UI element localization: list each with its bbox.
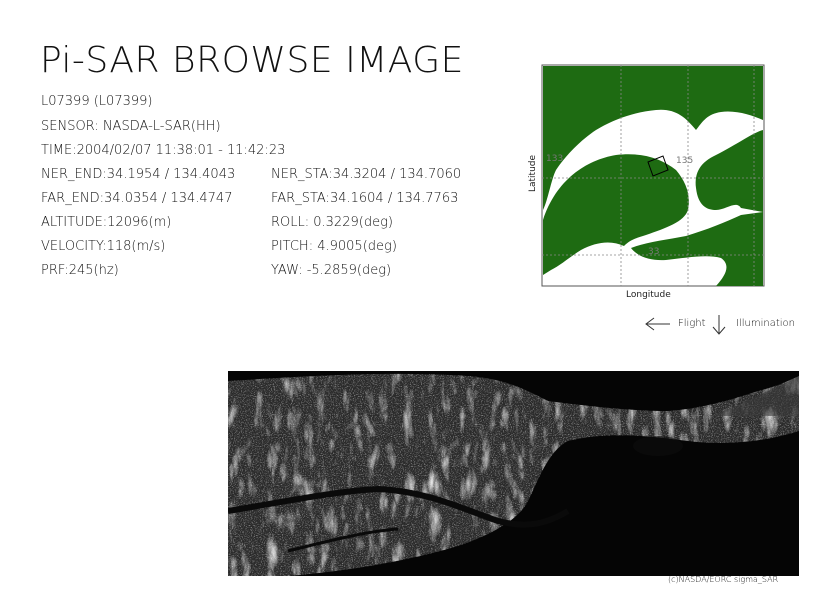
sensor-info: SENSOR: NASDA-L-SAR(HH): [41, 119, 221, 134]
copyright-credit: (c)NASDA/EORC sigma_SAR: [668, 575, 779, 584]
flight-label: Flight: [678, 318, 706, 329]
map-y-label: Latitude: [528, 154, 538, 192]
page-title: Pi-SAR BROWSE IMAGE: [40, 40, 464, 81]
arrow-left-icon: [645, 317, 670, 331]
prf-info: PRF:245(hz): [41, 263, 119, 278]
sar-water: [633, 436, 683, 456]
far-end-info: FAR_END:34.0354 / 134.4747: [41, 191, 233, 206]
time-info: TIME:2004/02/07 11:38:01 - 11:42:23: [41, 143, 286, 158]
illumination-label: Illumination: [736, 318, 795, 329]
altitude-info: ALTITUDE:12096(m): [41, 215, 172, 230]
scene-id: L07399 (L07399): [41, 94, 153, 109]
sar-image: [228, 371, 799, 576]
lon-tick-133: 133: [546, 154, 563, 164]
arrow-down-icon: [712, 315, 726, 335]
ner-end-info: NER_END:34.1954 / 134.4043: [41, 167, 236, 182]
lon-tick-135: 135: [676, 156, 693, 166]
yaw-info: YAW: -5.2859(deg): [271, 263, 392, 278]
velocity-info: VELOCITY:118(m/s): [41, 239, 166, 254]
map-x-label: Longitude: [626, 290, 671, 300]
location-map: 133 135 33 Longitude Latitude: [528, 64, 765, 300]
ner-sta-info: NER_STA:34.3204 / 134.7060: [271, 167, 462, 182]
far-sta-info: FAR_STA:34.1604 / 134.7763: [271, 191, 459, 206]
pitch-info: PITCH: 4.9005(deg): [271, 239, 397, 254]
lat-tick-33: 33: [648, 247, 659, 257]
roll-info: ROLL: 0.3229(deg): [271, 215, 393, 230]
